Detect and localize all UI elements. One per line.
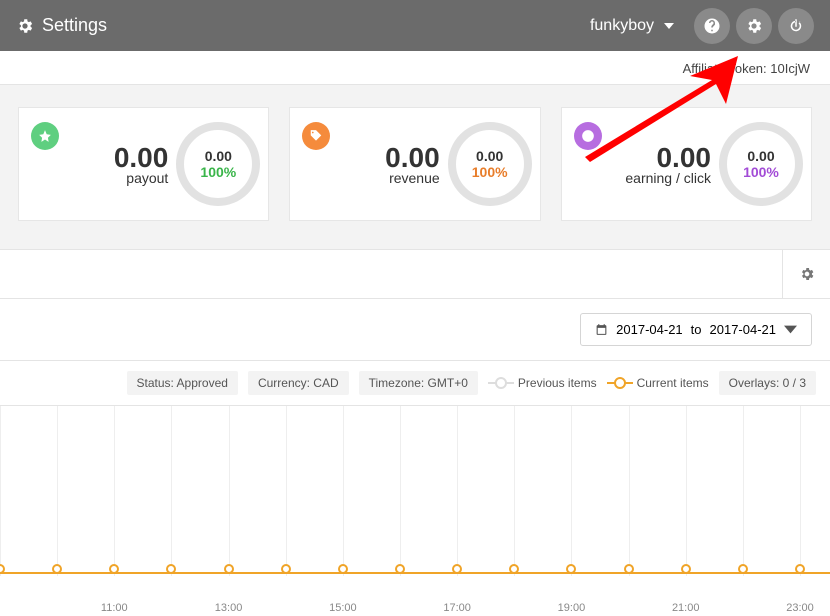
payout-ring-pct: 100% [200, 164, 236, 180]
page-title: Settings [16, 15, 107, 36]
x-axis-label: 21:00 [672, 602, 700, 614]
gear-icon [16, 17, 34, 35]
epc-label: earning / click [576, 170, 711, 186]
x-axis-label: 15:00 [329, 602, 357, 614]
x-axis-label: 23:00 [786, 602, 814, 614]
revenue-ring-pct: 100% [472, 164, 508, 180]
star-icon [31, 122, 59, 150]
power-button[interactable] [778, 8, 814, 44]
filter-timezone[interactable]: Timezone: GMT+0 [359, 371, 478, 395]
filter-status[interactable]: Status: Approved [127, 371, 238, 395]
affiliate-token: Affiliate Token: 10IcjW [0, 51, 830, 84]
user-menu[interactable]: funkyboy [590, 17, 674, 35]
stat-card-payout: 0.00 payout 0.00 100% [18, 107, 269, 221]
x-axis-label: 19:00 [558, 602, 586, 614]
caret-down-icon [784, 323, 797, 336]
caret-down-icon [664, 23, 674, 29]
date-range-button[interactable]: 2017-04-21 to 2017-04-21 [580, 313, 812, 346]
filter-currency[interactable]: Currency: CAD [248, 371, 349, 395]
payout-label: payout [33, 170, 168, 186]
legend-current[interactable]: Current items [607, 376, 709, 390]
epc-ring-value: 0.00 [747, 148, 774, 164]
page-title-text: Settings [42, 15, 107, 36]
chart-area: 11:00 13:00 15:00 17:00 19:00 21:00 23:00 [0, 406, 830, 616]
x-axis-label: 11:00 [101, 602, 128, 614]
epc-ring: 0.00 100% [719, 122, 803, 206]
stats-row: 0.00 payout 0.00 100% 0.00 revenue 0.00 … [0, 84, 830, 250]
date-from: 2017-04-21 [616, 322, 683, 337]
stat-card-epc: 0.00 earning / click 0.00 100% [561, 107, 812, 221]
legend-previous[interactable]: Previous items [488, 376, 597, 390]
chart-settings-button[interactable] [782, 250, 830, 298]
x-axis-label: 17:00 [443, 602, 471, 614]
revenue-ring-value: 0.00 [476, 148, 503, 164]
filter-overlays[interactable]: Overlays: 0 / 3 [719, 371, 816, 395]
chart-series-current [0, 572, 830, 574]
epc-ring-pct: 100% [743, 164, 779, 180]
revenue-ring: 0.00 100% [448, 122, 532, 206]
username: funkyboy [590, 17, 654, 35]
payout-ring-value: 0.00 [205, 148, 232, 164]
question-icon [703, 17, 721, 35]
date-to: 2017-04-21 [710, 322, 777, 337]
help-button[interactable] [694, 8, 730, 44]
legend-curr-label: Current items [637, 376, 709, 390]
power-icon [787, 17, 805, 35]
x-axis-label: 13:00 [215, 602, 243, 614]
stats-icon [574, 122, 602, 150]
gear-icon [799, 266, 815, 282]
token-label: Affiliate Token: [683, 61, 771, 76]
token-value: 10IcjW [770, 61, 810, 76]
gear-icon [745, 17, 763, 35]
payout-ring: 0.00 100% [176, 122, 260, 206]
filters-row: Status: Approved Currency: CAD Timezone:… [0, 360, 830, 406]
revenue-label: revenue [304, 170, 439, 186]
calendar-icon [595, 323, 608, 336]
chart-header [0, 250, 830, 299]
settings-button[interactable] [736, 8, 772, 44]
legend-prev-label: Previous items [518, 376, 597, 390]
stat-card-revenue: 0.00 revenue 0.00 100% [289, 107, 540, 221]
date-joiner: to [691, 322, 702, 337]
